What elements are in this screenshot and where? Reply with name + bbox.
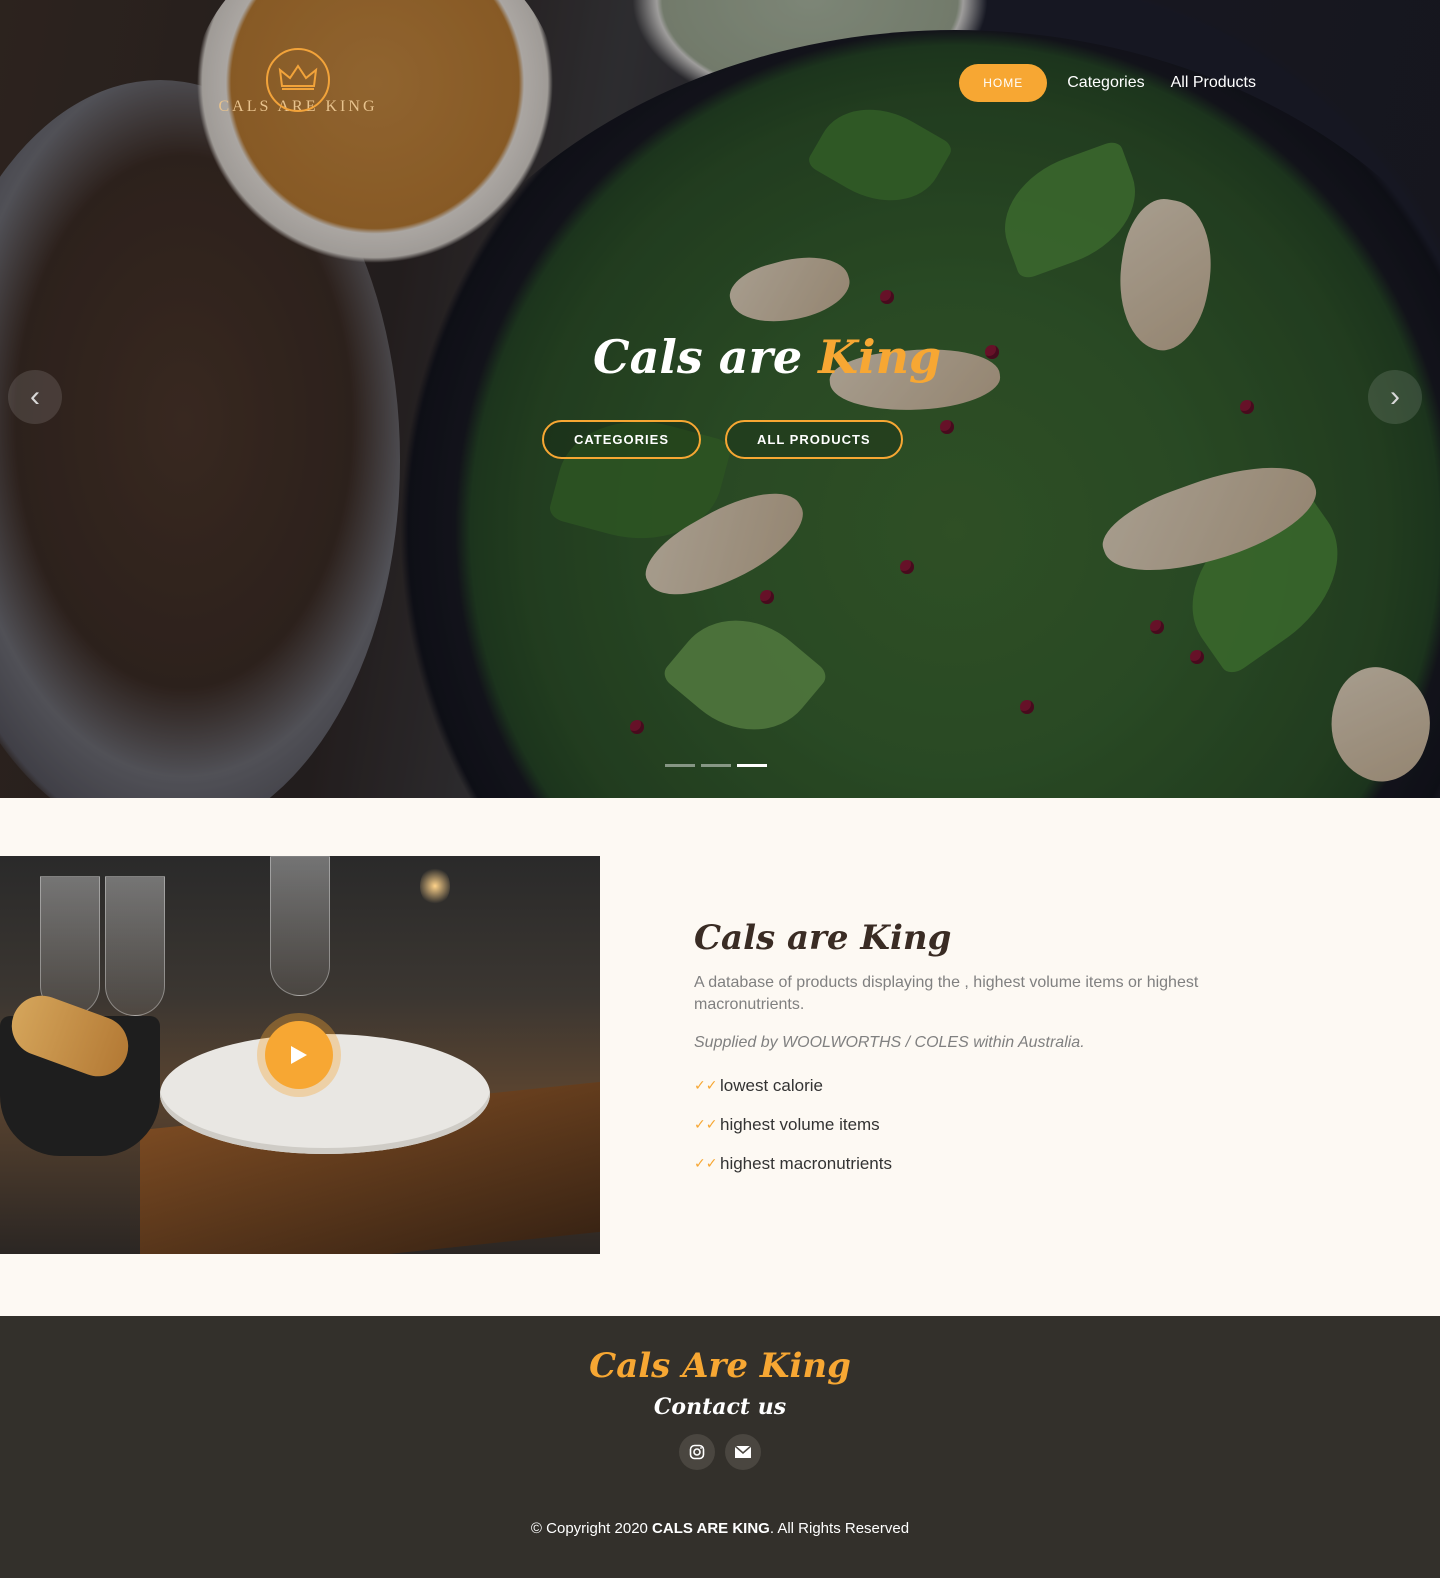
wine-glass [105, 876, 165, 1016]
video-thumbnail[interactable] [0, 856, 600, 1254]
feature-list: ✓✓ lowest calorie ✓✓ highest volume item… [694, 1066, 1254, 1183]
carousel-indicator-active[interactable] [737, 764, 767, 767]
about-description: A database of products displaying the , … [694, 974, 1199, 1013]
about-title-bold: King [860, 918, 952, 958]
feature-label: highest volume items [720, 1114, 880, 1134]
copyright-prefix: © Copyright 2020 [530, 1520, 653, 1537]
double-check-icon: ✓✓ [694, 1155, 718, 1171]
hero-categories-button[interactable]: CATEGORIES [542, 420, 701, 459]
copyright: © Copyright 2020 CALS ARE KING. All Righ… [0, 1520, 1440, 1537]
play-button[interactable] [265, 1021, 333, 1089]
chevron-left-icon: ‹ [30, 380, 40, 413]
play-icon [291, 1046, 307, 1064]
about-section: Cals are King A database of products dis… [0, 798, 1440, 1316]
nav-home-button[interactable]: HOME [959, 64, 1048, 102]
carousel-indicators [665, 764, 767, 767]
wine-glass [40, 876, 100, 1016]
instagram-icon [689, 1444, 705, 1460]
list-item: ✓✓ lowest calorie [694, 1066, 1254, 1105]
double-check-icon: ✓✓ [694, 1116, 718, 1132]
nav-all-products-link[interactable]: All Products [1165, 64, 1262, 102]
hero-carousel: CALS ARE KING HOME Categories All Produc… [0, 0, 1440, 798]
main-nav: HOME Categories All Products [959, 64, 1262, 102]
copyright-suffix: . All Rights Reserved [769, 1520, 910, 1537]
footer-brand: Cals Are King [589, 1346, 851, 1386]
social-links [0, 1434, 1440, 1470]
crown-icon [266, 48, 330, 112]
hero-title: Cals are King [593, 330, 941, 384]
site-footer: Cals Are King Contact us © Copyright 202… [0, 1316, 1440, 1578]
carousel-indicator[interactable] [665, 764, 695, 767]
candle-light [420, 866, 450, 906]
list-item: ✓✓ highest macronutrients [694, 1144, 1254, 1183]
site-logo[interactable]: CALS ARE KING [218, 48, 378, 116]
hero-all-products-button[interactable]: ALL PRODUCTS [725, 420, 903, 459]
chevron-right-icon: › [1390, 380, 1400, 413]
hero-buttons: CATEGORIES ALL PRODUCTS [542, 420, 903, 459]
carousel-prev-button[interactable]: ‹ [8, 370, 62, 424]
instagram-button[interactable] [679, 1434, 715, 1470]
copyright-brand: CALS ARE KING [652, 1520, 770, 1537]
feature-label: highest macronutrients [720, 1153, 892, 1173]
about-text: Cals are King A database of products dis… [694, 918, 1254, 1183]
footer-contact-heading: Contact us [653, 1394, 787, 1420]
about-title: Cals are King [694, 918, 1254, 958]
feature-label: lowest calorie [720, 1075, 823, 1095]
carousel-indicator[interactable] [701, 764, 731, 767]
hero-title-main: Cals are [593, 330, 819, 384]
email-icon [734, 1445, 752, 1458]
carousel-next-button[interactable]: › [1368, 370, 1422, 424]
about-supplied: Supplied by WOOLWORTHS / COLES within Au… [694, 1034, 1085, 1051]
double-check-icon: ✓✓ [694, 1077, 718, 1093]
hero-title-accent: King [818, 330, 942, 384]
list-item: ✓✓ highest volume items [694, 1105, 1254, 1144]
about-title-light: Cals are [694, 918, 861, 958]
wine-glass [270, 856, 330, 996]
nav-categories-link[interactable]: Categories [1061, 64, 1150, 102]
email-button[interactable] [725, 1434, 761, 1470]
hero-overlay [0, 0, 1440, 798]
